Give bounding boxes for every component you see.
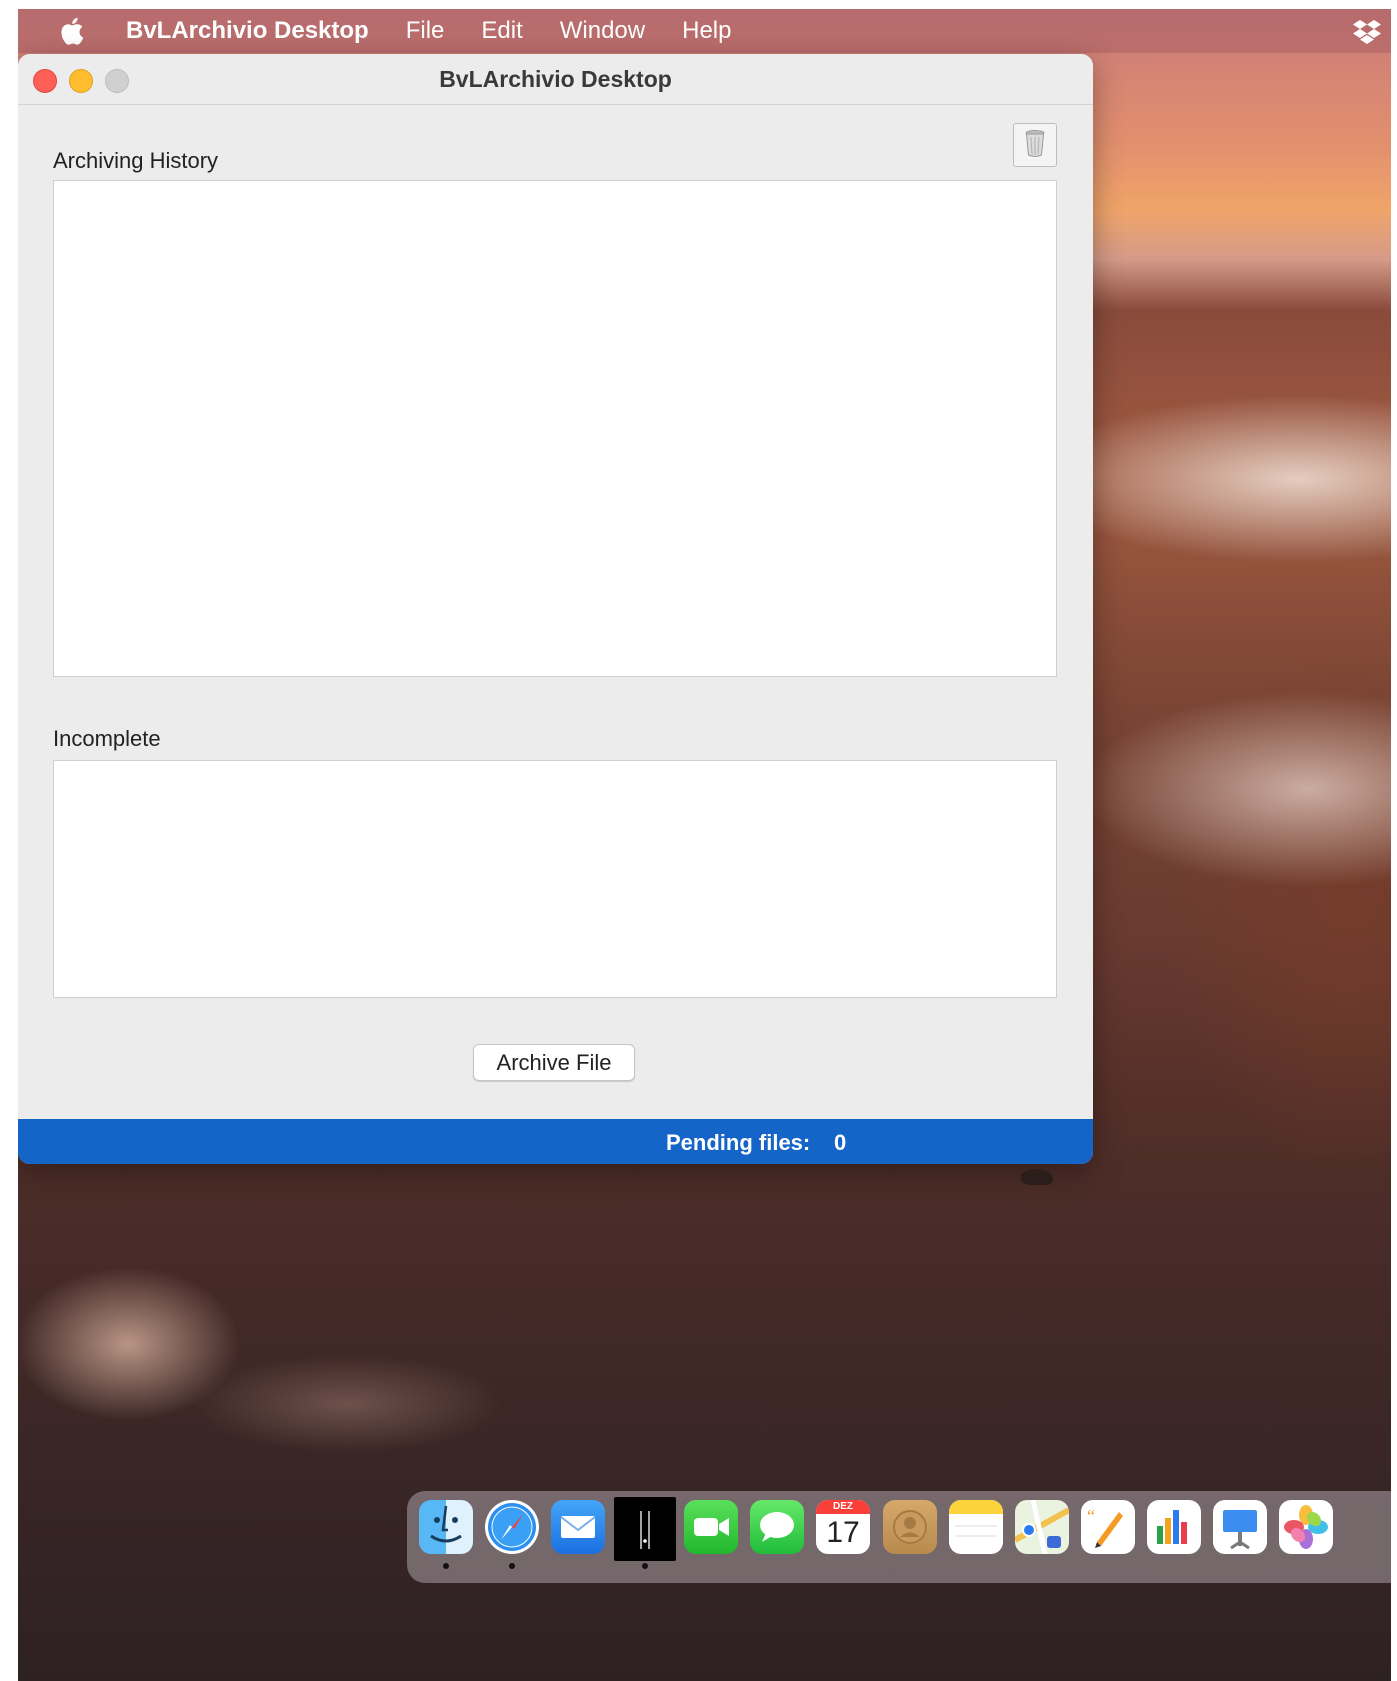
app-window: BvLArchivio Desktop Archiving History In…: [18, 54, 1093, 1164]
pending-files-count: 0: [834, 1130, 847, 1155]
menu-window[interactable]: Window: [560, 17, 645, 45]
photos-icon[interactable]: [1279, 1500, 1333, 1554]
terminal-icon[interactable]: [614, 1497, 676, 1561]
calendar-icon[interactable]: DEZ 17: [816, 1500, 870, 1554]
incomplete-label: Incomplete: [53, 726, 161, 751]
terminal-running-dot: [642, 1563, 648, 1569]
menu-edit[interactable]: Edit: [481, 17, 522, 45]
title-bar[interactable]: BvLArchivio Desktop: [18, 54, 1093, 105]
clear-history-button[interactable]: [1013, 123, 1057, 167]
numbers-icon[interactable]: [1147, 1500, 1201, 1554]
keynote-icon[interactable]: [1213, 1500, 1267, 1554]
maps-icon[interactable]: [1015, 1500, 1069, 1554]
finder-icon[interactable]: [419, 1500, 473, 1554]
trash-icon: [1023, 128, 1047, 163]
contacts-icon[interactable]: [883, 1500, 937, 1554]
pages-icon[interactable]: “: [1081, 1500, 1135, 1554]
menu-app-name[interactable]: BvLArchivio Desktop: [126, 17, 369, 45]
svg-text:“: “: [1087, 1506, 1095, 1526]
safari-running-dot: [509, 1563, 515, 1569]
sea-rock: [1021, 1169, 1053, 1185]
notes-icon[interactable]: [949, 1500, 1003, 1554]
incomplete-list[interactable]: [53, 760, 1057, 998]
dropbox-icon[interactable]: [1353, 17, 1381, 45]
menu-file[interactable]: File: [406, 17, 445, 45]
messages-icon[interactable]: [750, 1500, 804, 1554]
mail-icon[interactable]: [551, 1500, 605, 1554]
archiving-history-label: Archiving History: [53, 148, 219, 173]
menu-help[interactable]: Help: [682, 17, 731, 45]
desktop: BvLArchivio Desktop File Edit Window Hel…: [18, 9, 1391, 1681]
window-title: BvLArchivio Desktop: [439, 66, 672, 92]
dock: DEZ 17 “: [407, 1491, 1391, 1583]
finder-running-dot: [443, 1563, 449, 1569]
calendar-month: DEZ: [816, 1500, 870, 1514]
apple-menu-icon[interactable]: [56, 16, 86, 46]
menu-bar: BvLArchivio Desktop File Edit Window Hel…: [18, 9, 1391, 53]
pending-files-label: Pending files:: [666, 1130, 811, 1155]
safari-icon[interactable]: [485, 1500, 539, 1554]
archive-file-button[interactable]: Archive File: [473, 1044, 635, 1081]
calendar-day: 17: [826, 1516, 860, 1549]
archiving-history-list[interactable]: [53, 180, 1057, 677]
facetime-icon[interactable]: [684, 1500, 738, 1554]
status-bar: Pending files: 0: [18, 1119, 1093, 1164]
